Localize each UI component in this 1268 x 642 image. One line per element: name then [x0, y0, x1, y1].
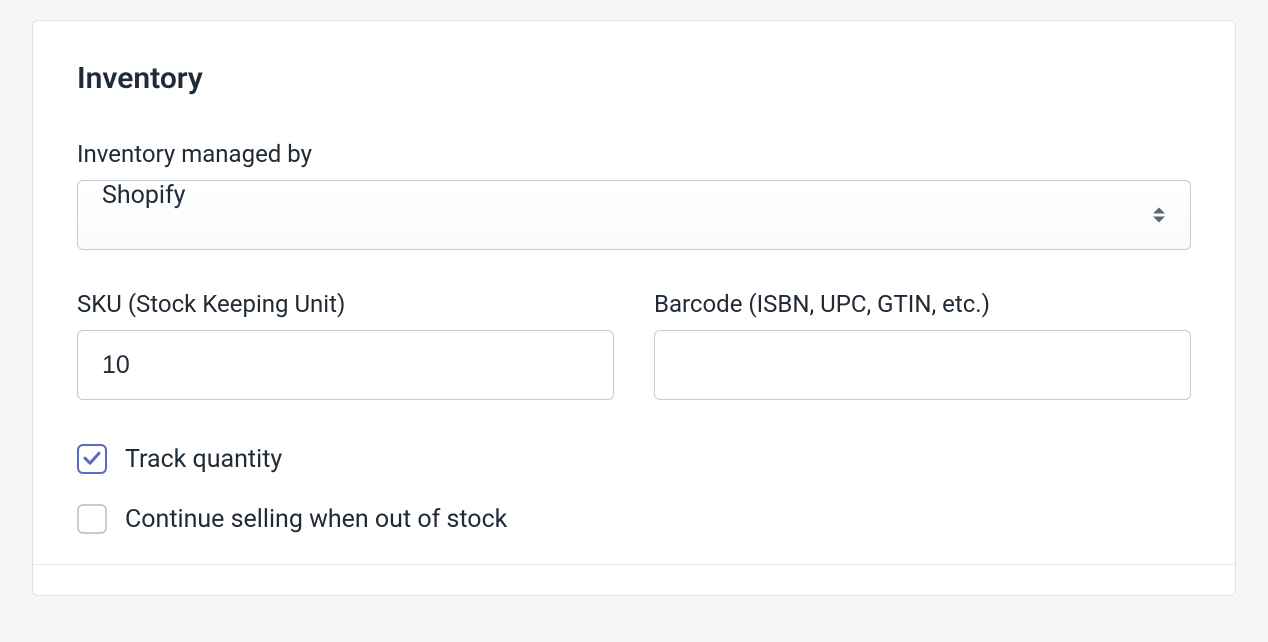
track-quantity-label[interactable]: Track quantity	[125, 445, 282, 474]
track-quantity-row: Track quantity	[77, 444, 1191, 474]
barcode-input[interactable]	[654, 330, 1191, 400]
continue-selling-row: Continue selling when out of stock	[77, 504, 1191, 534]
continue-selling-checkbox[interactable]	[77, 504, 107, 534]
track-quantity-checkbox[interactable]	[77, 444, 107, 474]
inventory-managed-by-label: Inventory managed by	[77, 140, 1191, 168]
sku-label: SKU (Stock Keeping Unit)	[77, 290, 614, 318]
barcode-col: Barcode (ISBN, UPC, GTIN, etc.)	[654, 290, 1191, 400]
inventory-card: Inventory Inventory managed by Shopify S…	[32, 20, 1236, 596]
continue-selling-label[interactable]: Continue selling when out of stock	[125, 505, 507, 534]
section-title: Inventory	[77, 61, 1191, 96]
divider	[33, 564, 1235, 565]
checkmark-icon	[82, 448, 102, 468]
inventory-managed-by-wrap: Shopify	[77, 180, 1191, 250]
sku-input[interactable]	[77, 330, 614, 400]
sku-barcode-row: SKU (Stock Keeping Unit) Barcode (ISBN, …	[77, 290, 1191, 400]
inventory-managed-by-select[interactable]: Shopify	[77, 180, 1191, 250]
barcode-label: Barcode (ISBN, UPC, GTIN, etc.)	[654, 290, 1191, 318]
sku-col: SKU (Stock Keeping Unit)	[77, 290, 614, 400]
